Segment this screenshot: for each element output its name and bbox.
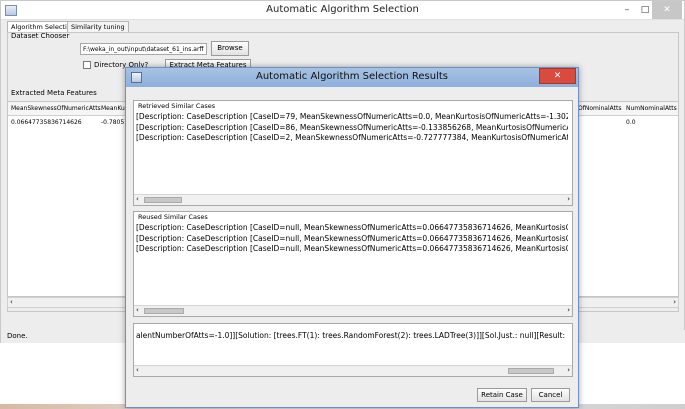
- retrieved-cases-panel[interactable]: Retrieved Similar Cases [Description: Ca…: [133, 100, 573, 206]
- scroll-right-icon[interactable]: ›: [673, 298, 676, 306]
- reused-cases-panel[interactable]: Reused Similar Cases [Description: CaseD…: [133, 211, 573, 317]
- dialog-titlebar[interactable]: Automatic Algorithm Selection Results ✕: [126, 68, 578, 87]
- retrieved-cases-text[interactable]: [Description: CaseDescription [CaseID=79…: [136, 112, 568, 144]
- reused-cases-title: Reused Similar Cases: [138, 213, 208, 221]
- list-item: [Description: CaseDescription [CaseID=79…: [136, 112, 568, 121]
- browse-button[interactable]: Browse: [211, 41, 249, 56]
- list-item: [Description: CaseDescription [CaseID=86…: [136, 122, 568, 132]
- scroll-right-icon[interactable]: ›: [567, 195, 570, 203]
- reused-horizontal-scrollbar[interactable]: ‹ ›: [134, 305, 572, 316]
- list-item: [Description: CaseDescription [CaseID=nu…: [136, 244, 568, 253]
- retrieved-cases-title: Retrieved Similar Cases: [138, 102, 216, 110]
- list-item: [Description: CaseDescription [CaseID=nu…: [136, 223, 568, 232]
- column-header[interactable]: NumNominalAtts: [626, 105, 677, 112]
- column-header[interactable]: MeanKu: [101, 105, 125, 112]
- scroll-right-icon[interactable]: ›: [567, 366, 570, 374]
- reused-cases-text[interactable]: [Description: CaseDescription [CaseID=nu…: [136, 223, 568, 255]
- cancel-button[interactable]: Cancel: [531, 388, 570, 402]
- table-cell: 0.06647735836714626: [11, 119, 82, 126]
- scroll-left-icon[interactable]: ‹: [136, 366, 139, 374]
- scroll-thumb[interactable]: [144, 308, 184, 314]
- maximize-icon[interactable]: □: [637, 1, 653, 19]
- close-icon[interactable]: ✕: [652, 1, 682, 19]
- scroll-right-icon[interactable]: ›: [567, 306, 570, 314]
- directory-only-checkbox[interactable]: [83, 61, 91, 69]
- list-item: alentNumberOfAtts=-1.0]][Solution: [tree…: [136, 331, 568, 340]
- scroll-left-icon[interactable]: ‹: [10, 298, 13, 306]
- dataset-chooser-label: Dataset Chooser: [11, 32, 70, 40]
- list-item: [Description: CaseDescription [CaseID=nu…: [136, 233, 568, 243]
- scroll-thumb[interactable]: [508, 368, 554, 374]
- scroll-thumb[interactable]: [144, 197, 182, 203]
- extracted-meta-features-label: Extracted Meta Features: [11, 89, 97, 97]
- table-cell: -0.78057: [101, 119, 128, 126]
- solution-panel[interactable]: alentNumberOfAtts=-1.0]][Solution: [tree…: [133, 323, 573, 377]
- solution-horizontal-scrollbar[interactable]: ‹ ›: [134, 365, 572, 376]
- minimize-icon[interactable]: –: [619, 1, 635, 19]
- dialog-title: Automatic Algorithm Selection Results: [256, 71, 448, 82]
- status-text: Done.: [7, 332, 28, 340]
- dialog-close-icon[interactable]: ✕: [539, 68, 576, 84]
- column-header[interactable]: OfNominalAtts: [578, 105, 621, 112]
- scroll-left-icon[interactable]: ‹: [136, 306, 139, 314]
- retain-case-button[interactable]: Retain Case: [477, 388, 527, 402]
- column-header[interactable]: MeanSkewnessOfNumericAtts: [11, 105, 101, 112]
- main-titlebar[interactable]: Automatic Algorithm Selection – □ ✕: [1, 1, 684, 20]
- main-window-title: Automatic Algorithm Selection: [266, 4, 419, 15]
- list-item: [Description: CaseDescription [CaseID=2,…: [136, 133, 568, 142]
- retrieved-horizontal-scrollbar[interactable]: ‹ ›: [134, 194, 572, 205]
- results-dialog: Automatic Algorithm Selection Results ✕ …: [125, 67, 579, 408]
- solution-text[interactable]: alentNumberOfAtts=-1.0]][Solution: [tree…: [136, 331, 568, 342]
- table-cell: 0.0: [626, 119, 636, 126]
- dataset-path-input[interactable]: F:\weka_in_out\input\dataset_61_ins.arff: [80, 43, 207, 55]
- scroll-left-icon[interactable]: ‹: [136, 195, 139, 203]
